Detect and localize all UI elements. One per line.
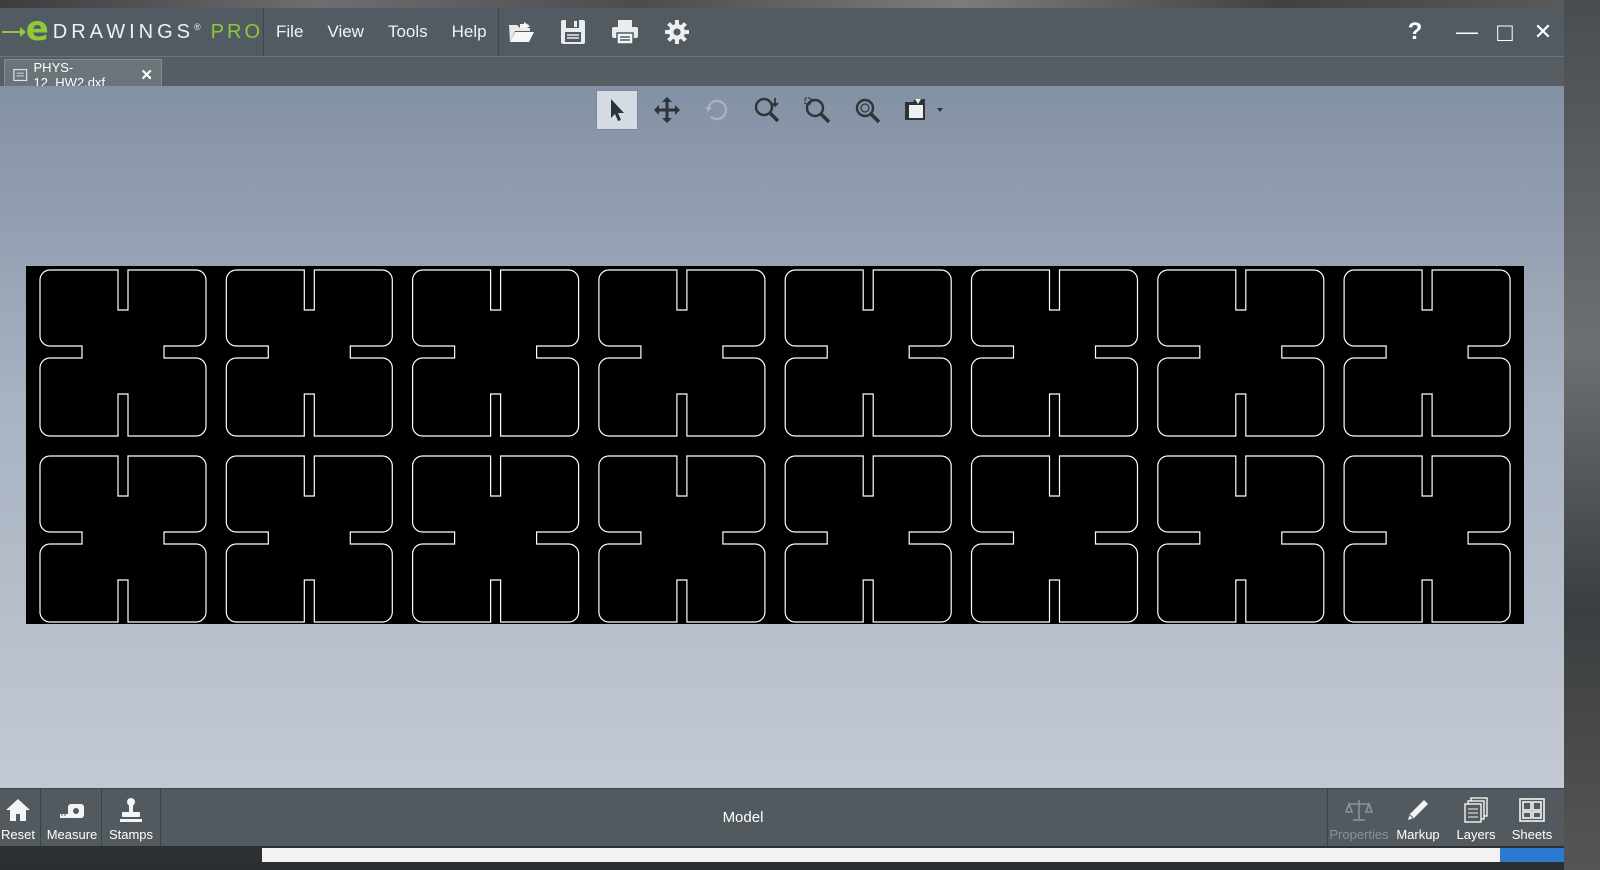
- menu-tools[interactable]: Tools: [376, 22, 440, 42]
- rotate-icon[interactable]: [696, 90, 738, 130]
- markup-button[interactable]: Markup: [1392, 789, 1444, 847]
- stamps-label: Stamps: [108, 827, 154, 842]
- save-disk-icon[interactable]: [556, 16, 590, 48]
- reset-label: Reset: [1, 827, 35, 842]
- divider: [40, 789, 41, 847]
- properties-label: Properties: [1329, 827, 1389, 842]
- balance-scale-icon: [1345, 800, 1373, 821]
- divider: [101, 789, 102, 847]
- logo-letter: e: [25, 9, 49, 49]
- quick-toolbar: [504, 16, 694, 48]
- divider: [160, 789, 161, 847]
- zoom-icon[interactable]: [846, 90, 888, 130]
- view-toolbar: [596, 90, 950, 130]
- sheet-format-icon[interactable]: [896, 90, 950, 130]
- home-icon: [6, 799, 30, 821]
- menu-help[interactable]: Help: [440, 22, 499, 42]
- open-folder-icon[interactable]: [504, 16, 538, 48]
- menu-divider: [498, 8, 499, 56]
- print-icon[interactable]: [608, 16, 642, 48]
- tape-measure-icon: [60, 804, 84, 818]
- settings-gear-icon[interactable]: [660, 16, 694, 48]
- tab-close-icon[interactable]: ✕: [140, 66, 153, 84]
- minimize-button[interactable]: —: [1454, 17, 1480, 47]
- zoom-area-icon[interactable]: [796, 90, 838, 130]
- properties-button[interactable]: Properties: [1329, 789, 1389, 847]
- window-controls: ? — □ ✕: [1402, 8, 1556, 56]
- taskbar-strip: [262, 848, 1500, 862]
- pan-icon[interactable]: [646, 90, 688, 130]
- edrawings-window: e DRAWINGS ® PRO File View Tools Help ? …: [0, 8, 1564, 862]
- document-tab-bar: PHYS-12_HW2.dxf ✕: [0, 56, 1564, 90]
- divider: [1327, 789, 1328, 847]
- sheets-icon: [1519, 798, 1545, 822]
- measure-button[interactable]: Measure: [44, 789, 100, 847]
- layers-label: Layers: [1456, 827, 1496, 842]
- logo-edition: PRO: [210, 20, 263, 43]
- bottom-toolbar: Reset Measure Stamps Model Properties Ma…: [0, 788, 1564, 847]
- desktop-background-right: [1564, 0, 1600, 870]
- markup-label: Markup: [1396, 827, 1440, 842]
- maximize-button[interactable]: □: [1492, 17, 1518, 47]
- taskbar-highlight: [1500, 848, 1564, 862]
- title-bar: e DRAWINGS ® PRO File View Tools Help ? …: [0, 8, 1564, 56]
- tab-filename: PHYS-12_HW2.dxf: [33, 59, 106, 90]
- model-tab[interactable]: Model: [700, 809, 786, 826]
- menu-view[interactable]: View: [315, 22, 376, 42]
- document-tab[interactable]: PHYS-12_HW2.dxf ✕: [4, 59, 162, 90]
- menu-file[interactable]: File: [264, 22, 315, 42]
- sheets-button[interactable]: Sheets: [1506, 789, 1558, 847]
- layers-icon: [1464, 797, 1488, 823]
- select-arrow-icon[interactable]: [596, 90, 638, 130]
- document-icon: [13, 68, 28, 81]
- sheets-label: Sheets: [1511, 827, 1553, 842]
- drawing-sheet: [26, 266, 1524, 624]
- app-logo: e DRAWINGS ® PRO: [0, 8, 264, 56]
- drawing-viewport[interactable]: [0, 86, 1564, 788]
- reset-button[interactable]: Reset: [0, 789, 36, 847]
- stamps-button[interactable]: Stamps: [104, 789, 158, 847]
- pencil-icon: [1408, 800, 1428, 820]
- logo-name: DRAWINGS: [52, 20, 195, 43]
- logo-arrow-icon: [2, 27, 26, 37]
- zoom-fit-icon[interactable]: [746, 90, 788, 130]
- menu-bar: File View Tools Help: [264, 8, 499, 56]
- taskbar-edge: [0, 846, 1564, 862]
- stamp-icon: [120, 798, 142, 822]
- logo-registered: ®: [194, 22, 201, 32]
- layers-button[interactable]: Layers: [1450, 789, 1502, 847]
- dxf-drawing[interactable]: [26, 266, 1524, 624]
- help-icon[interactable]: ?: [1402, 17, 1428, 47]
- close-button[interactable]: ✕: [1530, 17, 1556, 47]
- measure-label: Measure: [46, 827, 98, 842]
